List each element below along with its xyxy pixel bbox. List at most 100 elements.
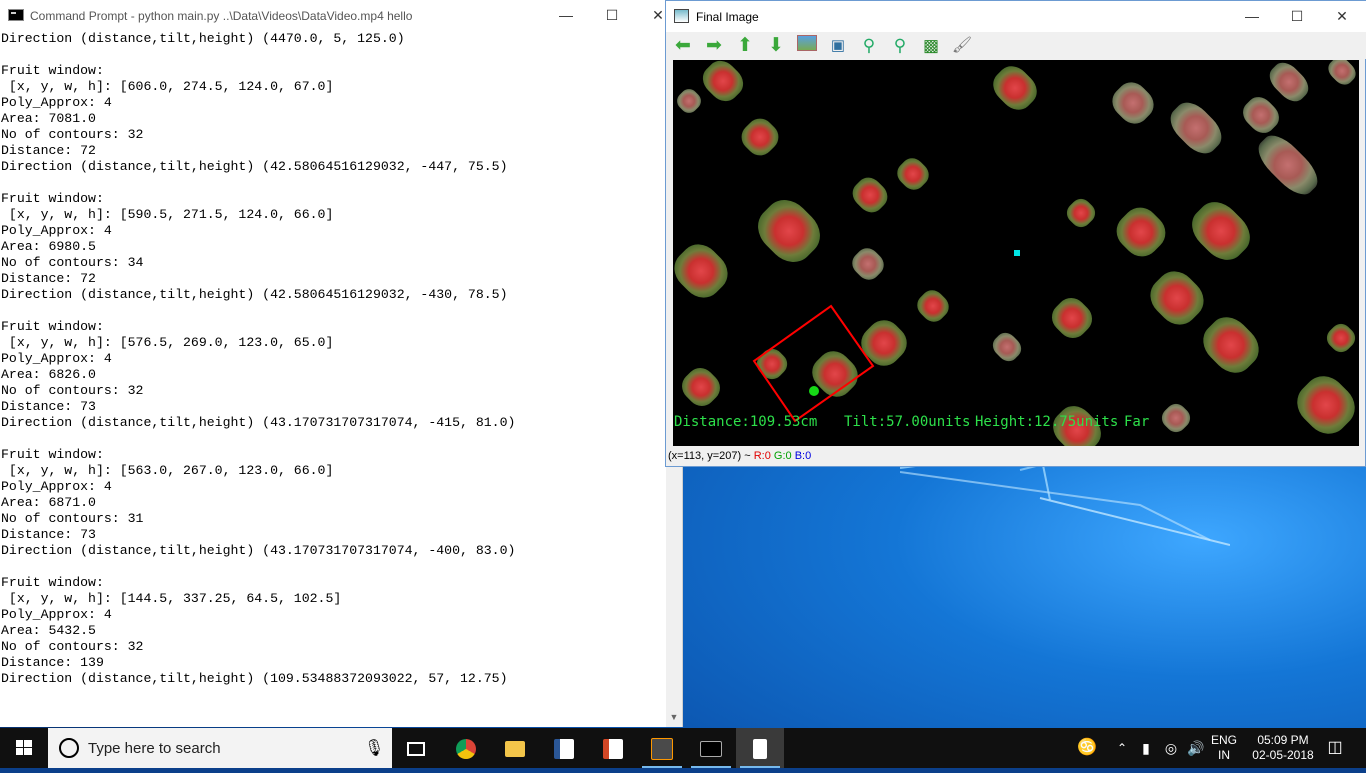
detection-box: [752, 304, 875, 423]
cmd-app-icon: [8, 9, 24, 21]
cortana-icon: [59, 738, 79, 758]
cursor-coords: (x=113, y=207) ~: [668, 450, 751, 462]
console-line: Fruit window:: [1, 575, 104, 590]
detection-image[interactable]: Distance:109.53cm Tilt:57.00units Height…: [673, 60, 1359, 446]
scroll-down-icon[interactable]: ▼: [666, 709, 682, 725]
console-line: Distance: 139: [1, 655, 104, 670]
zoom-in-icon[interactable]: ⚲: [857, 34, 881, 58]
task-view-icon: [407, 742, 425, 757]
action-center-icon[interactable]: ◫: [1322, 728, 1348, 768]
people-icon[interactable]: ♋: [1075, 728, 1099, 768]
document-icon: [554, 739, 574, 760]
console-line: No of contours: 34: [1, 255, 144, 270]
image-app-icon: [674, 9, 689, 23]
detection-overlay: [752, 250, 1020, 423]
wifi-icon[interactable]: ◎: [1160, 728, 1182, 768]
console-line: Poly_Approx: 4: [1, 223, 112, 238]
console-line: Fruit window:: [1, 447, 104, 462]
microphone-icon[interactable]: 🎙: [364, 738, 384, 758]
clock-date: 02-05-2018: [1252, 748, 1314, 762]
final-image-window-title: Final Image: [696, 10, 759, 24]
cmd-title-bar[interactable]: Command Prompt - python main.py ..\Data\…: [0, 0, 682, 31]
console-line: Fruit window:: [1, 319, 104, 334]
console-line: Distance: 73: [1, 399, 96, 414]
image-icon[interactable]: [795, 34, 819, 58]
terminal-icon: [700, 741, 722, 758]
console-line: [x, y, w, h]: [590.5, 271.5, 124.0, 66.0…: [1, 207, 334, 222]
console-line: Direction (distance,tilt,height) (43.170…: [1, 543, 516, 558]
console-line: Area: 6980.5: [1, 239, 96, 254]
final-image-window: Final Image — ☐ ✕ ⬅ ➡ ⬆ ⬇ ▣ ⚲ ⚲ ▩ 🖌 Dist…: [665, 0, 1366, 467]
cmd-window-title: Command Prompt - python main.py ..\Data\…: [30, 9, 413, 23]
console-line: Area: 7081.0: [1, 111, 96, 126]
maximize-button[interactable]: ☐: [1274, 1, 1320, 32]
cmd-taskbar-button[interactable]: [687, 728, 735, 768]
console-line: Distance: 72: [1, 143, 96, 158]
blank-page-icon: [753, 739, 767, 760]
console-line: [x, y, w, h]: [563.0, 267.0, 123.0, 66.0…: [1, 463, 334, 478]
arrow-right-icon[interactable]: ➡: [702, 34, 726, 58]
sublime-taskbar-button[interactable]: [638, 728, 686, 768]
console-line: Area: 6826.0: [1, 367, 96, 382]
volume-icon[interactable]: 🔊: [1185, 728, 1207, 768]
zoom-window-icon[interactable]: ▣: [826, 34, 850, 58]
arrow-up-icon[interactable]: ⬆: [733, 34, 757, 58]
fruit-centroid-dot: [809, 386, 819, 396]
console-line: Distance: 72: [1, 271, 96, 286]
input-language-indicator[interactable]: ENG IN: [1207, 728, 1241, 773]
word-taskbar-button[interactable]: [540, 728, 588, 768]
console-line: Area: 5432.5: [1, 623, 96, 638]
console-line: No of contours: 32: [1, 127, 144, 142]
green-value: G:0: [773, 450, 792, 462]
minimize-button[interactable]: —: [1229, 1, 1275, 32]
show-hidden-icons-chevron-icon[interactable]: ⌃: [1113, 728, 1131, 768]
distance-readout: Distance:109.53cm: [674, 414, 818, 430]
height-readout: Height:12.75units: [975, 414, 1119, 430]
console-line: Poly_Approx: 4: [1, 95, 112, 110]
console-line: Direction (distance,tilt,height) (109.53…: [1, 671, 508, 686]
close-button[interactable]: ✕: [1319, 1, 1365, 32]
minimize-button[interactable]: —: [543, 0, 589, 31]
clock[interactable]: 05:09 PM 02-05-2018: [1250, 728, 1316, 773]
chrome-icon: [456, 739, 476, 760]
folder-icon: [505, 741, 525, 758]
console-line: [x, y, w, h]: [606.0, 274.5, 124.0, 67.0…: [1, 79, 334, 94]
console-line: Distance: 73: [1, 527, 96, 542]
save-icon[interactable]: ▩: [919, 34, 943, 58]
properties-icon[interactable]: 🖌: [950, 34, 974, 58]
arrow-left-icon[interactable]: ⬅: [671, 34, 695, 58]
arrow-down-icon[interactable]: ⬇: [764, 34, 788, 58]
image-toolbar: ⬅ ➡ ⬆ ⬇ ▣ ⚲ ⚲ ▩ 🖌: [666, 32, 1366, 59]
final-image-title-bar[interactable]: Final Image — ☐ ✕: [666, 1, 1366, 32]
console-output[interactable]: Direction (distance,tilt,height) (4470.0…: [1, 31, 665, 725]
task-view-button[interactable]: [392, 728, 440, 768]
powerpoint-taskbar-button[interactable]: [589, 728, 637, 768]
file-explorer-taskbar-button[interactable]: [491, 728, 539, 768]
far-indicator: Far: [1124, 414, 1150, 430]
chrome-taskbar-button[interactable]: [442, 728, 490, 768]
taskbar-search-box[interactable]: Type here to search 🎙: [48, 728, 392, 768]
image-viewer-taskbar-button[interactable]: [736, 728, 784, 768]
console-line: No of contours: 32: [1, 383, 144, 398]
maximize-button[interactable]: ☐: [589, 0, 635, 31]
taskbar: Type here to search 🎙 ♋ ⌃ ▮ ◎ 🔊 ENG IN 0…: [0, 728, 1366, 768]
start-button[interactable]: [0, 728, 48, 768]
search-placeholder: Type here to search: [88, 740, 221, 757]
command-prompt-window: Command Prompt - python main.py ..\Data\…: [0, 0, 683, 727]
console-line: Fruit window:: [1, 191, 104, 206]
battery-icon[interactable]: ▮: [1135, 728, 1157, 768]
console-line: Direction (distance,tilt,height) (43.170…: [1, 415, 516, 430]
blue-value: B:0: [794, 450, 812, 462]
console-line: [x, y, w, h]: [144.5, 337.25, 64.5, 102.…: [1, 591, 342, 606]
console-line: [x, y, w, h]: [576.5, 269.0, 123.0, 65.0…: [1, 335, 334, 350]
zoom-out-icon[interactable]: ⚲: [888, 34, 912, 58]
image-center-dot: [1014, 250, 1020, 256]
console-line: No of contours: 31: [1, 511, 144, 526]
console-line: Area: 6871.0: [1, 495, 96, 510]
region-code: IN: [1218, 748, 1230, 762]
